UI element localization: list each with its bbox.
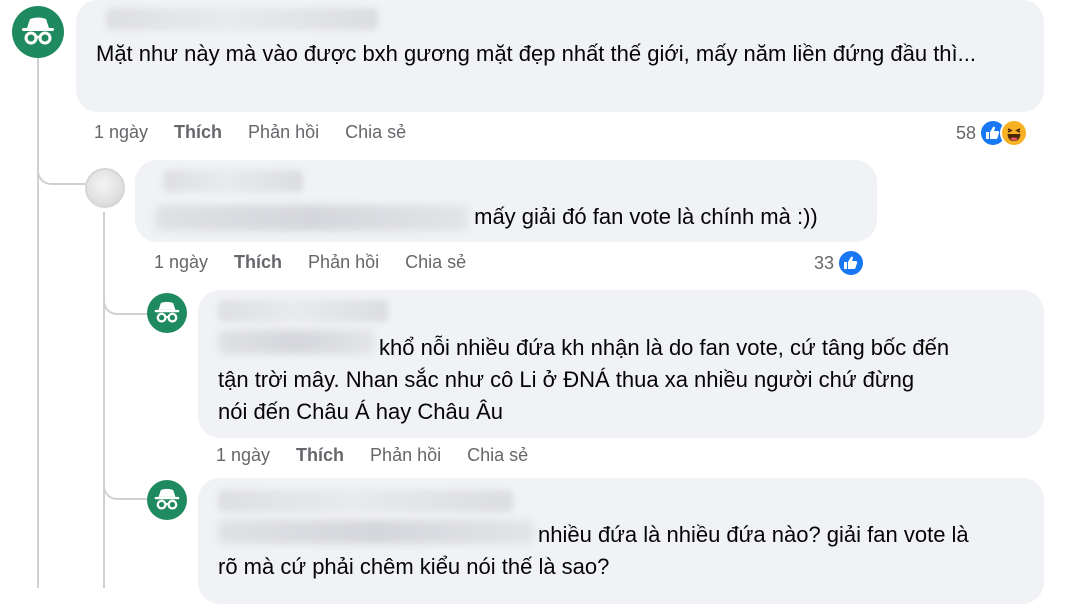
reply-button[interactable]: Phản hồi xyxy=(370,445,441,466)
comment-text-row: mấy giải đó fan vote là chính mà :)) xyxy=(155,201,865,233)
mention-tag[interactable] xyxy=(218,330,374,354)
incognito-icon xyxy=(154,301,180,323)
anonymous-avatar[interactable] xyxy=(12,6,64,58)
share-button[interactable]: Chia sẻ xyxy=(467,445,528,466)
mention-tag[interactable] xyxy=(155,205,468,232)
user-avatar[interactable] xyxy=(85,168,125,208)
reply-button[interactable]: Phản hồi xyxy=(308,252,379,273)
like-button[interactable]: Thích xyxy=(174,122,222,143)
incognito-icon xyxy=(22,17,54,45)
reaction-count: 33 xyxy=(814,252,835,273)
comment-time[interactable]: 1 ngày xyxy=(94,122,148,143)
thread-connector-reply-1 xyxy=(37,155,89,185)
comment-text: Mặt như này mà vào được bxh gương mặt đẹ… xyxy=(96,41,976,66)
thread-connector-reply-2 xyxy=(103,285,147,315)
thread-connector-reply-3 xyxy=(103,470,147,500)
author-name[interactable] xyxy=(218,300,388,322)
author-name[interactable] xyxy=(163,170,303,192)
comment-text-line: nhiều đứa là nhiều đứa nào? giải fan vot… xyxy=(538,522,969,547)
comment-bubble: nhiều đứa là nhiều đứa nào? giải fan vot… xyxy=(198,478,1044,604)
comment-bubble: mấy giải đó fan vote là chính mà :)) xyxy=(135,160,877,242)
like-icon xyxy=(837,249,866,277)
comment-text: mấy giải đó fan vote là chính mà :)) xyxy=(474,204,818,229)
incognito-icon xyxy=(154,488,180,510)
anonymous-avatar[interactable] xyxy=(147,293,187,333)
comment-time[interactable]: 1 ngày xyxy=(216,445,270,466)
comment-text-line: tận trời mây. Nhan sắc như cô Li ở ĐNÁ t… xyxy=(218,367,915,392)
comment-bubble: khổ nỗi nhiều đứa kh nhận là do fan vote… xyxy=(198,290,1044,438)
reaction-summary[interactable]: 58 xyxy=(956,119,1029,147)
comment-time[interactable]: 1 ngày xyxy=(154,252,208,273)
comment-text-line: khổ nỗi nhiều đứa kh nhận là do fan vote… xyxy=(379,335,950,360)
comment-text-line: nói đến Châu Á hay Châu Âu xyxy=(218,399,503,424)
author-name[interactable] xyxy=(218,490,513,512)
comment-bubble: Mặt như này mà vào được bxh gương mặt đẹ… xyxy=(76,0,1044,112)
haha-icon xyxy=(1000,119,1029,147)
anonymous-avatar[interactable] xyxy=(147,480,187,520)
reply-button[interactable]: Phản hồi xyxy=(248,122,319,143)
thread-line-reply xyxy=(103,212,105,588)
share-button[interactable]: Chia sẻ xyxy=(405,252,466,273)
comment-actions: 1 ngày Thích Phản hồi Chia sẻ xyxy=(216,445,554,466)
comment-text-line: rõ mà cứ phải chêm kiểu nói thế là sao? xyxy=(218,554,610,579)
thread-line-main xyxy=(37,46,39,588)
comment-actions: 1 ngày Thích Phản hồi Chia sẻ xyxy=(154,252,492,273)
like-button[interactable]: Thích xyxy=(296,445,344,466)
mention-tag[interactable] xyxy=(218,520,534,544)
reaction-summary[interactable]: 33 xyxy=(814,249,866,277)
comment-actions: 1 ngày Thích Phản hồi Chia sẻ xyxy=(94,122,432,143)
author-name[interactable] xyxy=(106,8,378,30)
share-button[interactable]: Chia sẻ xyxy=(345,122,406,143)
like-button[interactable]: Thích xyxy=(234,252,282,273)
reaction-count: 58 xyxy=(956,122,977,143)
